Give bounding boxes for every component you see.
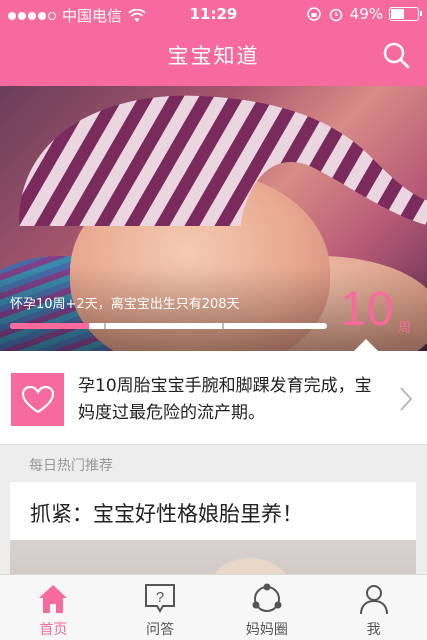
- pregnancy-progress-bar: [10, 323, 327, 329]
- tab-mom-circle-label: 妈妈圈: [245, 622, 288, 638]
- status-bar: 中国电信 11:29 49%: [0, 0, 427, 30]
- tab-home-label: 首页: [39, 622, 68, 638]
- question-icon: ?: [145, 584, 176, 613]
- alarm-icon: [329, 8, 342, 22]
- status-right: 49%: [306, 5, 422, 23]
- heart-icon: [11, 373, 64, 426]
- search-icon[interactable]: [381, 40, 411, 70]
- knit-hat-graphic: [19, 95, 427, 226]
- tab-qa-label: 问答: [146, 622, 175, 638]
- hero-banner[interactable]: 怀孕10周+2天，离宝宝出生只有208天 10 周: [0, 86, 427, 351]
- tab-bar: 首页 ? 问答 妈妈圈 我: [0, 574, 427, 640]
- tab-me-label: 我: [366, 622, 381, 638]
- progress-divider: [104, 323, 106, 329]
- user-icon: [359, 585, 388, 615]
- progress-divider: [222, 323, 224, 329]
- hero-notch: [354, 339, 378, 351]
- tab-mom-circle[interactable]: 妈妈圈: [214, 575, 321, 640]
- weekly-tip-text: 孕10周胎宝宝手腕和脚踝发育完成，宝妈度过最危险的流产期。: [78, 376, 372, 423]
- weekly-tip-card[interactable]: 孕10周胎宝宝手腕和脚踝发育完成，宝妈度过最危险的流产期。: [0, 351, 427, 445]
- tab-me[interactable]: 我: [320, 575, 427, 640]
- circle-icon: [252, 583, 282, 612]
- page-title: 宝宝知道: [167, 44, 260, 68]
- battery-icon: [389, 7, 422, 21]
- article-card[interactable]: 抓紧：宝宝好性格娘胎里养！: [10, 482, 416, 618]
- article-title: 抓紧：宝宝好性格娘胎里养！: [30, 502, 303, 526]
- section-title: 每日热门推荐: [29, 458, 113, 474]
- week-number: 10: [340, 283, 394, 336]
- battery-percent: 49%: [349, 5, 383, 23]
- tab-qa[interactable]: ? 问答: [107, 575, 214, 640]
- top-bar: 中国电信 11:29 49% 宝宝知道: [0, 0, 427, 86]
- rotation-lock-icon: [306, 7, 321, 21]
- progress-fill: [10, 323, 90, 329]
- home-icon: [39, 585, 68, 613]
- tab-home[interactable]: 首页: [0, 575, 107, 640]
- svg-text:?: ?: [156, 589, 164, 606]
- chevron-right-icon[interactable]: [399, 386, 413, 412]
- week-unit: 周: [398, 321, 412, 336]
- pregnancy-status-text: 怀孕10周+2天，离宝宝出生只有208天: [10, 297, 240, 312]
